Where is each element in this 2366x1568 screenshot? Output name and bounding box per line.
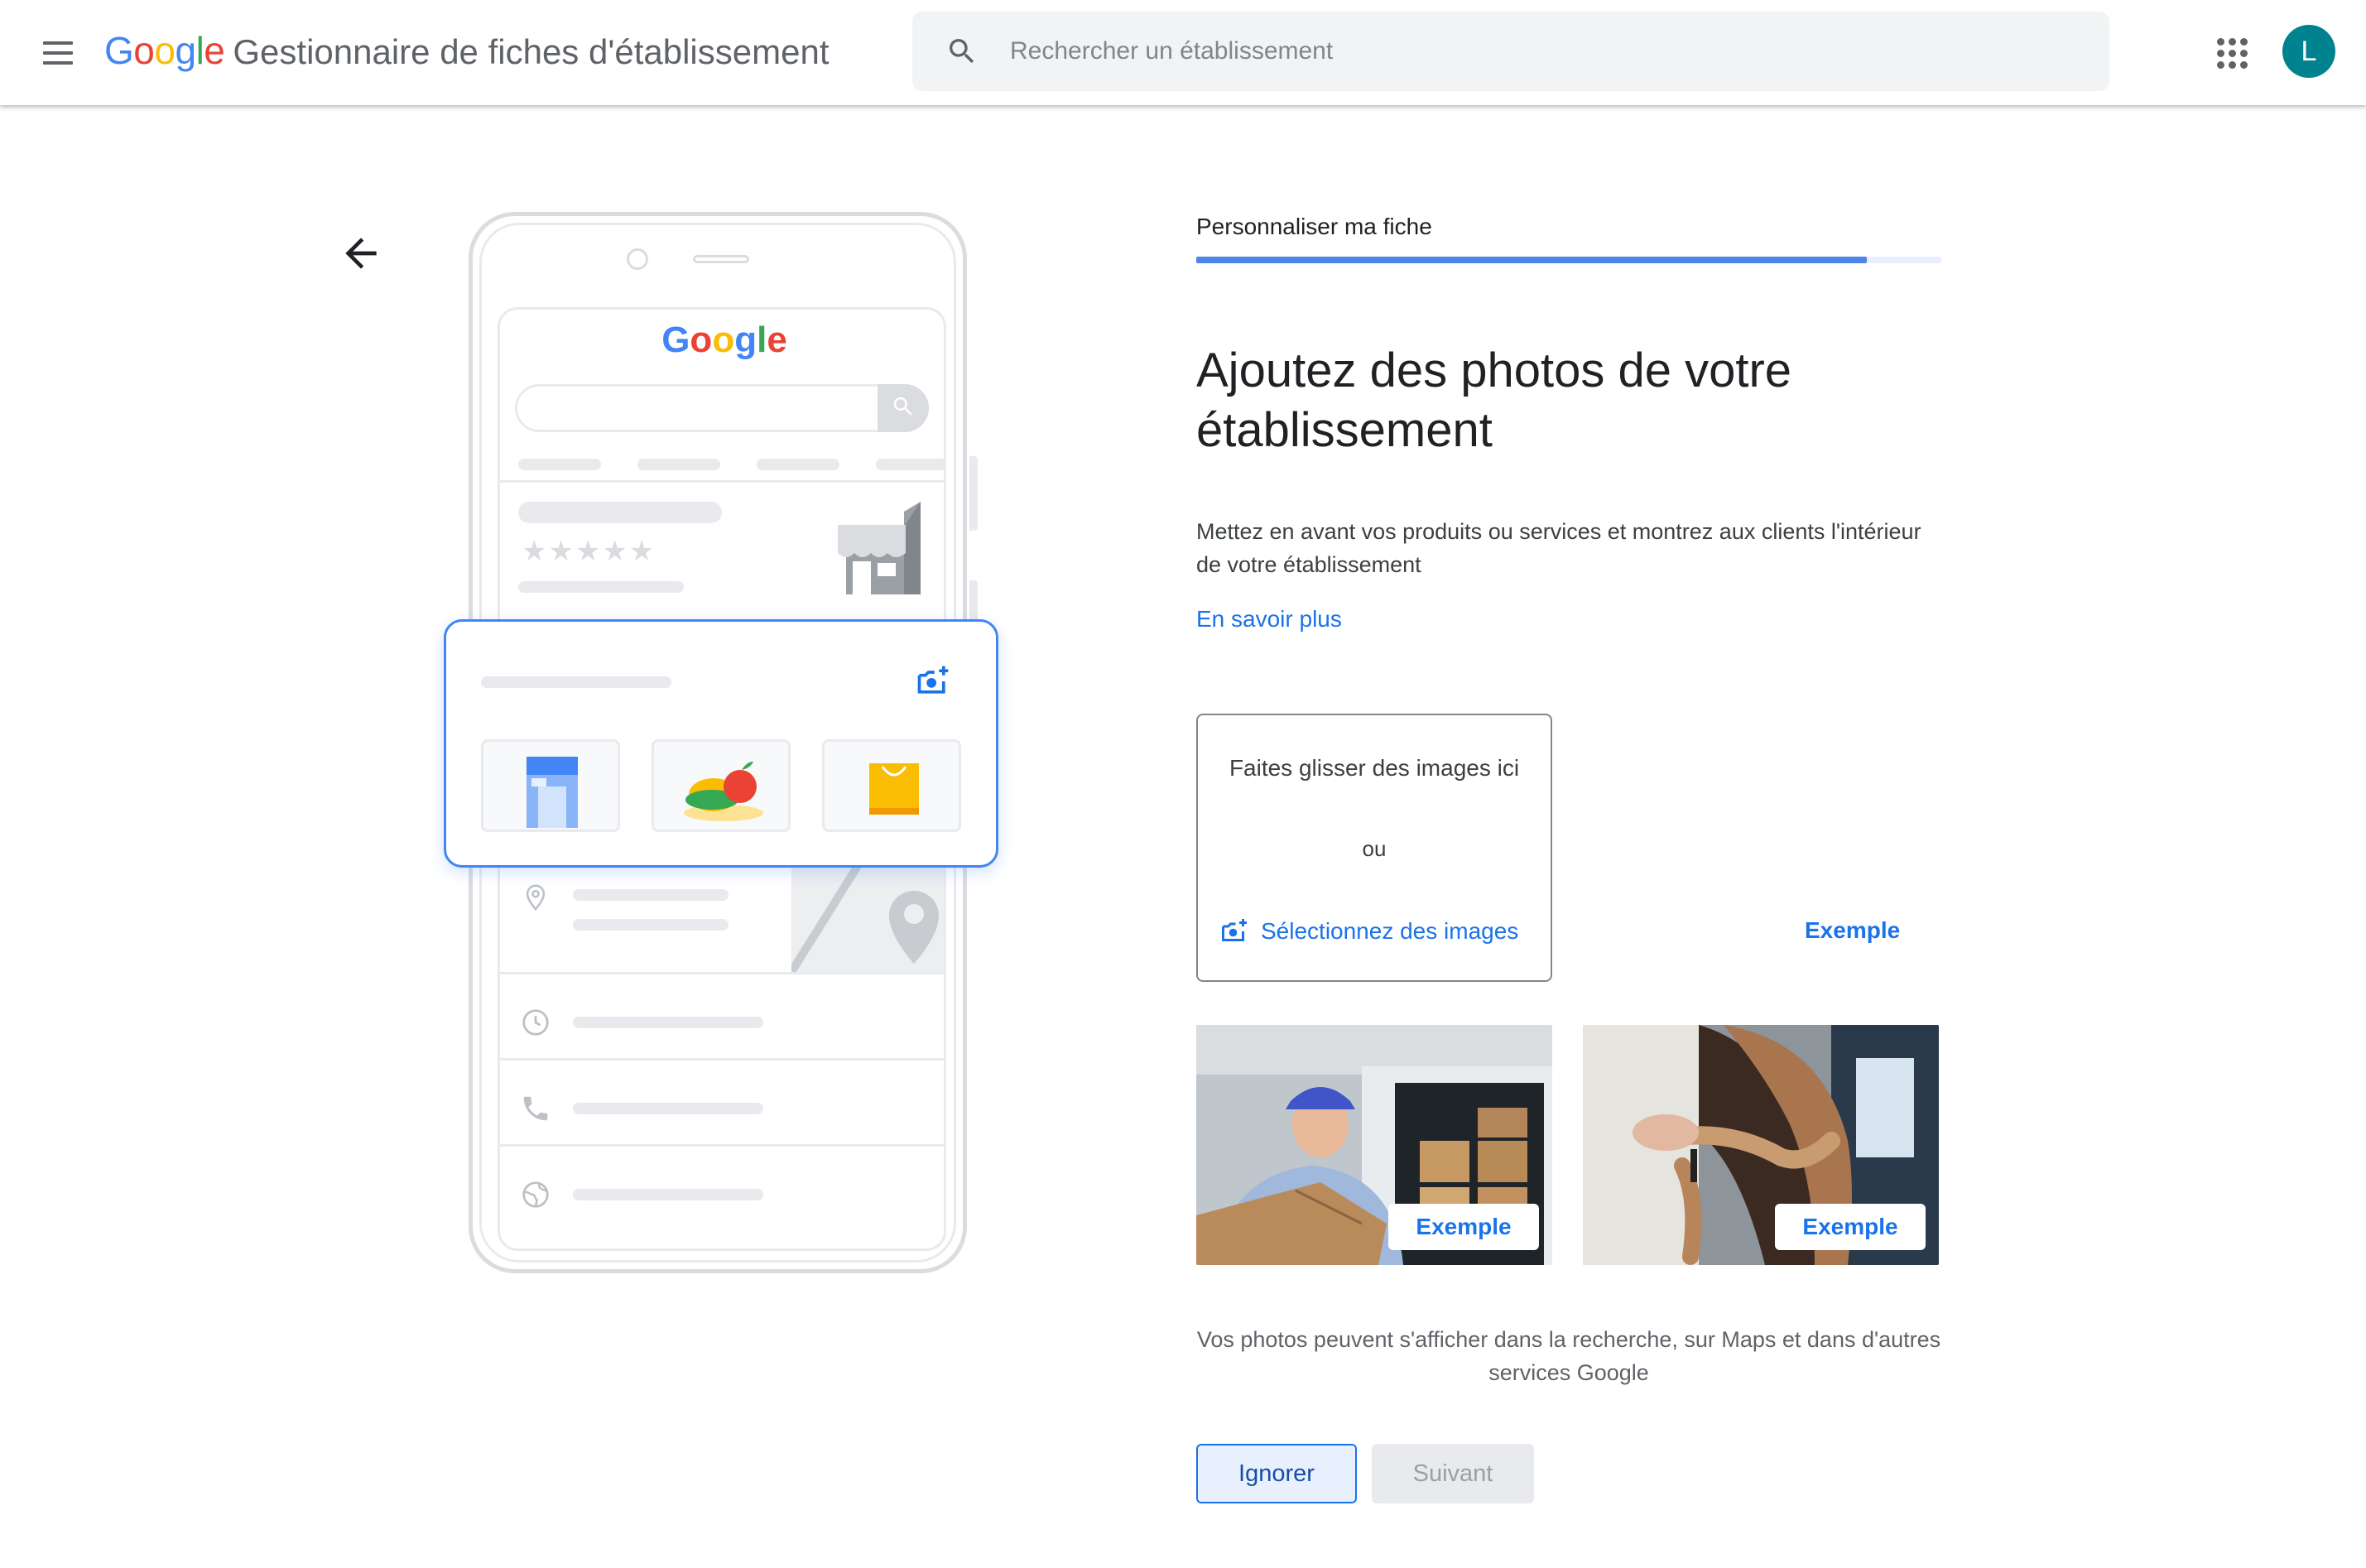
progress-bar-fill: [1196, 257, 1867, 263]
hamburger-menu-icon[interactable]: [36, 33, 76, 73]
app-bar: Google Gestionnaire de fiches d'établiss…: [0, 0, 2366, 105]
search-bar[interactable]: [912, 12, 2109, 91]
page-description: Mettez en avant vos produits ou services…: [1196, 519, 1921, 577]
back-arrow-icon[interactable]: [338, 230, 384, 277]
add-photo-icon: [917, 666, 949, 694]
location-pin-icon: [526, 884, 546, 911]
phone-speaker: [693, 255, 749, 263]
rating-stars: ★★★★★: [522, 536, 656, 567]
clock-icon: [522, 1009, 549, 1036]
shopping-bag-icon: [869, 763, 919, 815]
photos-card-illustration: [444, 619, 998, 868]
product-name: Gestionnaire de fiches d'établissement: [233, 32, 830, 71]
add-photo-icon: [1222, 919, 1247, 941]
phone-icon: [523, 1096, 548, 1121]
example-photo-hairdresser: Exemple: [1583, 1025, 1939, 1265]
avatar[interactable]: L: [2282, 25, 2335, 78]
apps-grid-icon[interactable]: [2212, 33, 2252, 73]
search-input[interactable]: [1010, 26, 2086, 76]
search-icon: [893, 397, 912, 416]
select-images-button[interactable]: Sélectionnez des images: [1219, 912, 1518, 950]
screen-google-logo: Google: [661, 320, 787, 360]
progress-bar: [1196, 257, 1941, 263]
phone-camera: [627, 248, 648, 270]
example-photo-delivery: Exemple: [1196, 1025, 1552, 1265]
next-button[interactable]: Suivant: [1372, 1444, 1534, 1503]
step-title: Personnaliser ma fiche: [1196, 214, 1432, 239]
screen-search-box: [515, 384, 929, 432]
produce-thumbnail: [652, 739, 791, 832]
ignore-button[interactable]: Ignorer: [1196, 1444, 1357, 1503]
photos-visibility-note: Vos photos peuvent s'afficher dans la re…: [1196, 1327, 1941, 1385]
storefront-icon: [838, 502, 921, 594]
learn-more-link[interactable]: En savoir plus: [1196, 606, 1342, 632]
dropzone-drag-text: Faites glisser des images ici: [1229, 755, 1520, 781]
google-wordmark: Google: [104, 29, 225, 72]
example-link[interactable]: Exemple: [1805, 917, 1900, 944]
page-title: Ajoutez des photos de votre établissemen…: [1196, 344, 1792, 457]
select-images-label: Sélectionnez des images: [1261, 918, 1519, 944]
dropzone-or-text: ou: [1362, 836, 1387, 861]
bag-thumbnail: [822, 739, 961, 832]
image-dropzone[interactable]: Faites glisser des images ici ou Sélecti…: [1196, 714, 1552, 982]
produce-icon: [684, 762, 763, 821]
product-logo[interactable]: Google Gestionnaire de fiches d'établiss…: [104, 28, 829, 78]
building-icon: [527, 757, 578, 828]
example-chip[interactable]: Exemple: [1388, 1204, 1539, 1250]
search-icon[interactable]: [945, 35, 979, 68]
building-thumbnail: [481, 739, 620, 832]
globe-icon: [522, 1181, 549, 1208]
example-chip[interactable]: Exemple: [1775, 1204, 1926, 1250]
